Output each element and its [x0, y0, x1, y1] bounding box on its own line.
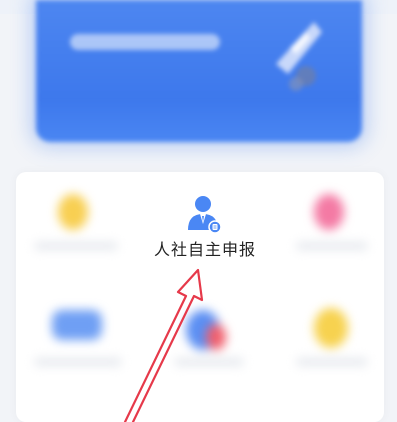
annotation-arrow-icon: [123, 268, 204, 422]
